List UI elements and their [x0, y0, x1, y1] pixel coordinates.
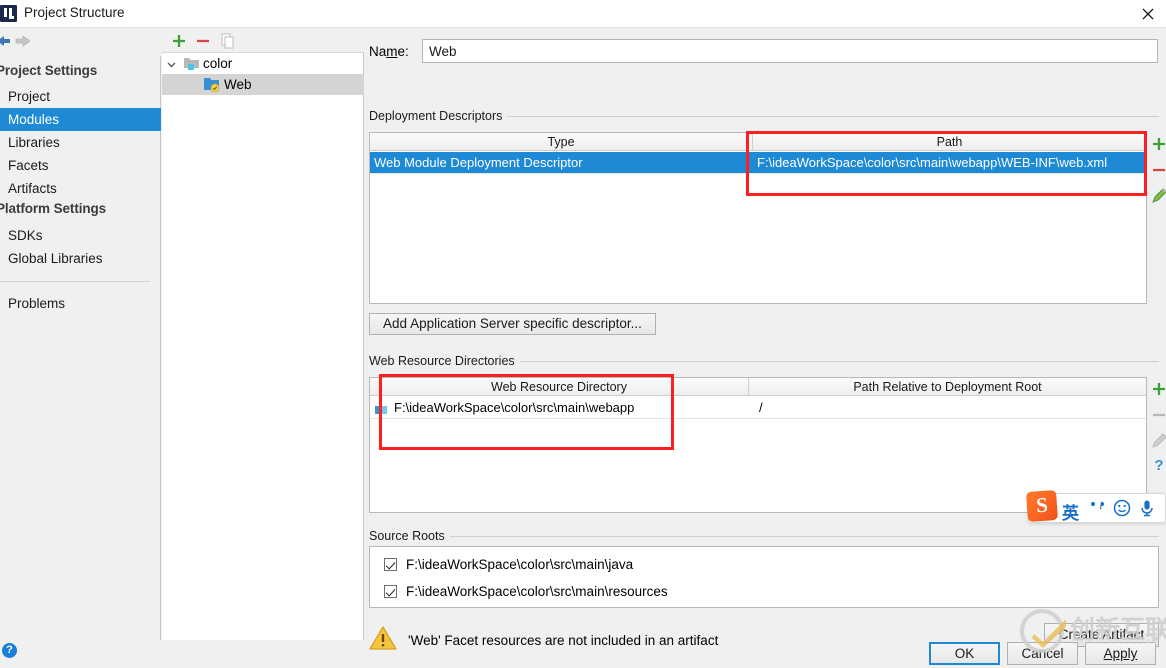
sidebar-item-label: Project: [8, 89, 51, 104]
tree-node-label: Web: [224, 77, 252, 92]
sidebar-group-platform-settings: Platform Settings: [0, 201, 107, 216]
title-bar: Project Structure: [0, 0, 1166, 28]
sidebar-item-label: Modules: [8, 112, 60, 127]
module-tree-toolbar: [162, 28, 364, 53]
close-button[interactable]: [1130, 0, 1166, 28]
name-label: Name:: [369, 44, 409, 59]
source-root-checkbox[interactable]: [384, 585, 397, 598]
column-header-web-resource-directory[interactable]: Web Resource Directory: [370, 378, 749, 396]
source-root-item-java[interactable]: F:\ideaWorkSpace\color\src\main\java: [370, 551, 1158, 578]
table-row[interactable]: Web Module Deployment Descriptor F:\idea…: [370, 152, 1146, 173]
tree-node-label: color: [203, 56, 233, 71]
button-label: Apply: [1103, 646, 1138, 661]
sidebar-item-label: SDKs: [8, 228, 43, 243]
source-root-checkbox[interactable]: [384, 558, 397, 571]
deployment-descriptors-table: Type Path Web Module Deployment Descript…: [369, 132, 1147, 304]
sidebar-group-project-settings: Project Settings: [0, 63, 98, 78]
table-header-row: Type Path: [370, 133, 1146, 151]
add-app-server-descriptor-button[interactable]: Add Application Server specific descript…: [369, 313, 656, 335]
sidebar-item-modules[interactable]: Modules: [0, 108, 161, 131]
sidebar-divider: [0, 281, 150, 282]
module-tree-panel: color Web: [162, 28, 364, 640]
sidebar-item-sdks[interactable]: SDKs: [0, 224, 161, 247]
web-resource-directories-section-label: Web Resource Directories: [369, 354, 520, 368]
ime-punctuation-icon[interactable]: [1088, 498, 1108, 521]
web-resource-directories-toolbar: ?: [1149, 379, 1166, 485]
add-module-icon[interactable]: [170, 32, 188, 50]
row-separator: [370, 173, 1146, 174]
add-web-resource-icon[interactable]: [1149, 379, 1166, 399]
back-arrow-icon[interactable]: [0, 34, 10, 48]
button-label: OK: [954, 646, 975, 661]
ok-button[interactable]: OK: [929, 642, 1000, 665]
source-roots-list: F:\ideaWorkSpace\color\src\main\java F:\…: [369, 546, 1159, 608]
table-row[interactable]: F:\ideaWorkSpace\color\src\main\webapp /: [370, 397, 1146, 418]
edit-descriptor-icon[interactable]: [1149, 186, 1166, 206]
sidebar-item-label: Global Libraries: [8, 251, 103, 266]
tree-node-web[interactable]: Web: [162, 74, 364, 95]
chevron-down-icon[interactable]: [166, 58, 177, 73]
source-root-path: F:\ideaWorkSpace\color\src\main\java: [406, 557, 634, 572]
forward-arrow-icon[interactable]: [15, 34, 33, 48]
warning-triangle-icon: [369, 625, 397, 651]
sidebar-item-label: Artifacts: [8, 181, 57, 196]
web-resource-help-icon[interactable]: ?: [1149, 455, 1166, 475]
column-header-path-relative[interactable]: Path Relative to Deployment Root: [749, 378, 1146, 396]
edit-web-resource-icon[interactable]: [1149, 431, 1166, 451]
deployment-descriptors-section-label: Deployment Descriptors: [369, 109, 508, 123]
button-label: Create Artifact: [1058, 627, 1145, 642]
ime-microphone-icon[interactable]: [1137, 498, 1157, 521]
copy-module-icon[interactable]: [219, 32, 237, 50]
deployment-descriptors-toolbar: [1149, 134, 1166, 214]
cell-path-relative: /: [759, 400, 763, 415]
sidebar-item-facets[interactable]: Facets: [0, 154, 161, 177]
ime-emoji-icon[interactable]: [1112, 498, 1132, 521]
sidebar-item-label: Libraries: [8, 135, 60, 150]
sidebar-item-artifacts[interactable]: Artifacts: [0, 177, 161, 200]
sidebar-item-label: Facets: [8, 158, 49, 173]
sidebar-item-project[interactable]: Project: [0, 85, 161, 108]
apply-button[interactable]: Apply: [1085, 642, 1156, 665]
sidebar-nav-toolbar: [0, 28, 161, 56]
help-icon[interactable]: ?: [2, 643, 17, 658]
button-label: Add Application Server specific descript…: [383, 316, 642, 331]
module-name-input[interactable]: [422, 39, 1158, 63]
ime-mode-icon[interactable]: 英: [1062, 499, 1079, 524]
svg-text:?: ?: [1154, 457, 1163, 474]
sidebar-item-label: Problems: [8, 296, 66, 311]
remove-module-icon[interactable]: [194, 32, 212, 50]
column-header-path[interactable]: Path: [753, 133, 1146, 151]
source-root-item-resources[interactable]: F:\ideaWorkSpace\color\src\main\resource…: [370, 578, 1158, 605]
sogou-ime-toolbar: S 英: [1025, 489, 1166, 524]
sidebar-item-libraries[interactable]: Libraries: [0, 131, 161, 154]
project-structure-dialog: Project Structure Project Settings Proje…: [0, 0, 1166, 668]
sogou-logo-icon[interactable]: S: [1025, 489, 1059, 523]
table-header-row: Web Resource Directory Path Relative to …: [370, 378, 1146, 396]
module-settings-panel: Name: Deployment Descriptors Type Path W…: [365, 28, 1166, 650]
window-title: Project Structure: [24, 5, 125, 20]
add-descriptor-icon[interactable]: [1149, 134, 1166, 154]
cell-path: F:\ideaWorkSpace\color\src\main\webapp\W…: [757, 155, 1108, 170]
module-folder-icon: [184, 57, 199, 70]
source-roots-section-label: Source Roots: [369, 529, 450, 543]
cell-web-resource-directory: F:\ideaWorkSpace\color\src\main\webapp: [394, 400, 635, 415]
settings-sidebar: Project Settings Project Modules Librari…: [0, 28, 161, 640]
section-rule: [506, 361, 1159, 362]
web-facet-icon: [204, 77, 220, 93]
button-label: Cancel: [1021, 646, 1064, 661]
section-rule: [442, 536, 1159, 537]
tree-node-color[interactable]: color: [162, 53, 364, 74]
remove-web-resource-icon[interactable]: [1149, 405, 1166, 425]
source-root-path: F:\ideaWorkSpace\color\src\main\resource…: [406, 584, 668, 599]
row-separator: [370, 418, 1146, 419]
intellij-idea-icon: [0, 5, 17, 22]
sidebar-item-global-libraries[interactable]: Global Libraries: [0, 247, 161, 270]
warning-message: 'Web' Facet resources are not included i…: [408, 633, 719, 648]
cell-type: Web Module Deployment Descriptor: [374, 155, 583, 170]
sidebar-item-problems[interactable]: Problems: [0, 292, 161, 315]
remove-descriptor-icon[interactable]: [1149, 160, 1166, 180]
cancel-button[interactable]: Cancel: [1007, 642, 1078, 665]
directory-icon: [375, 401, 387, 414]
column-header-type[interactable]: Type: [370, 133, 753, 151]
